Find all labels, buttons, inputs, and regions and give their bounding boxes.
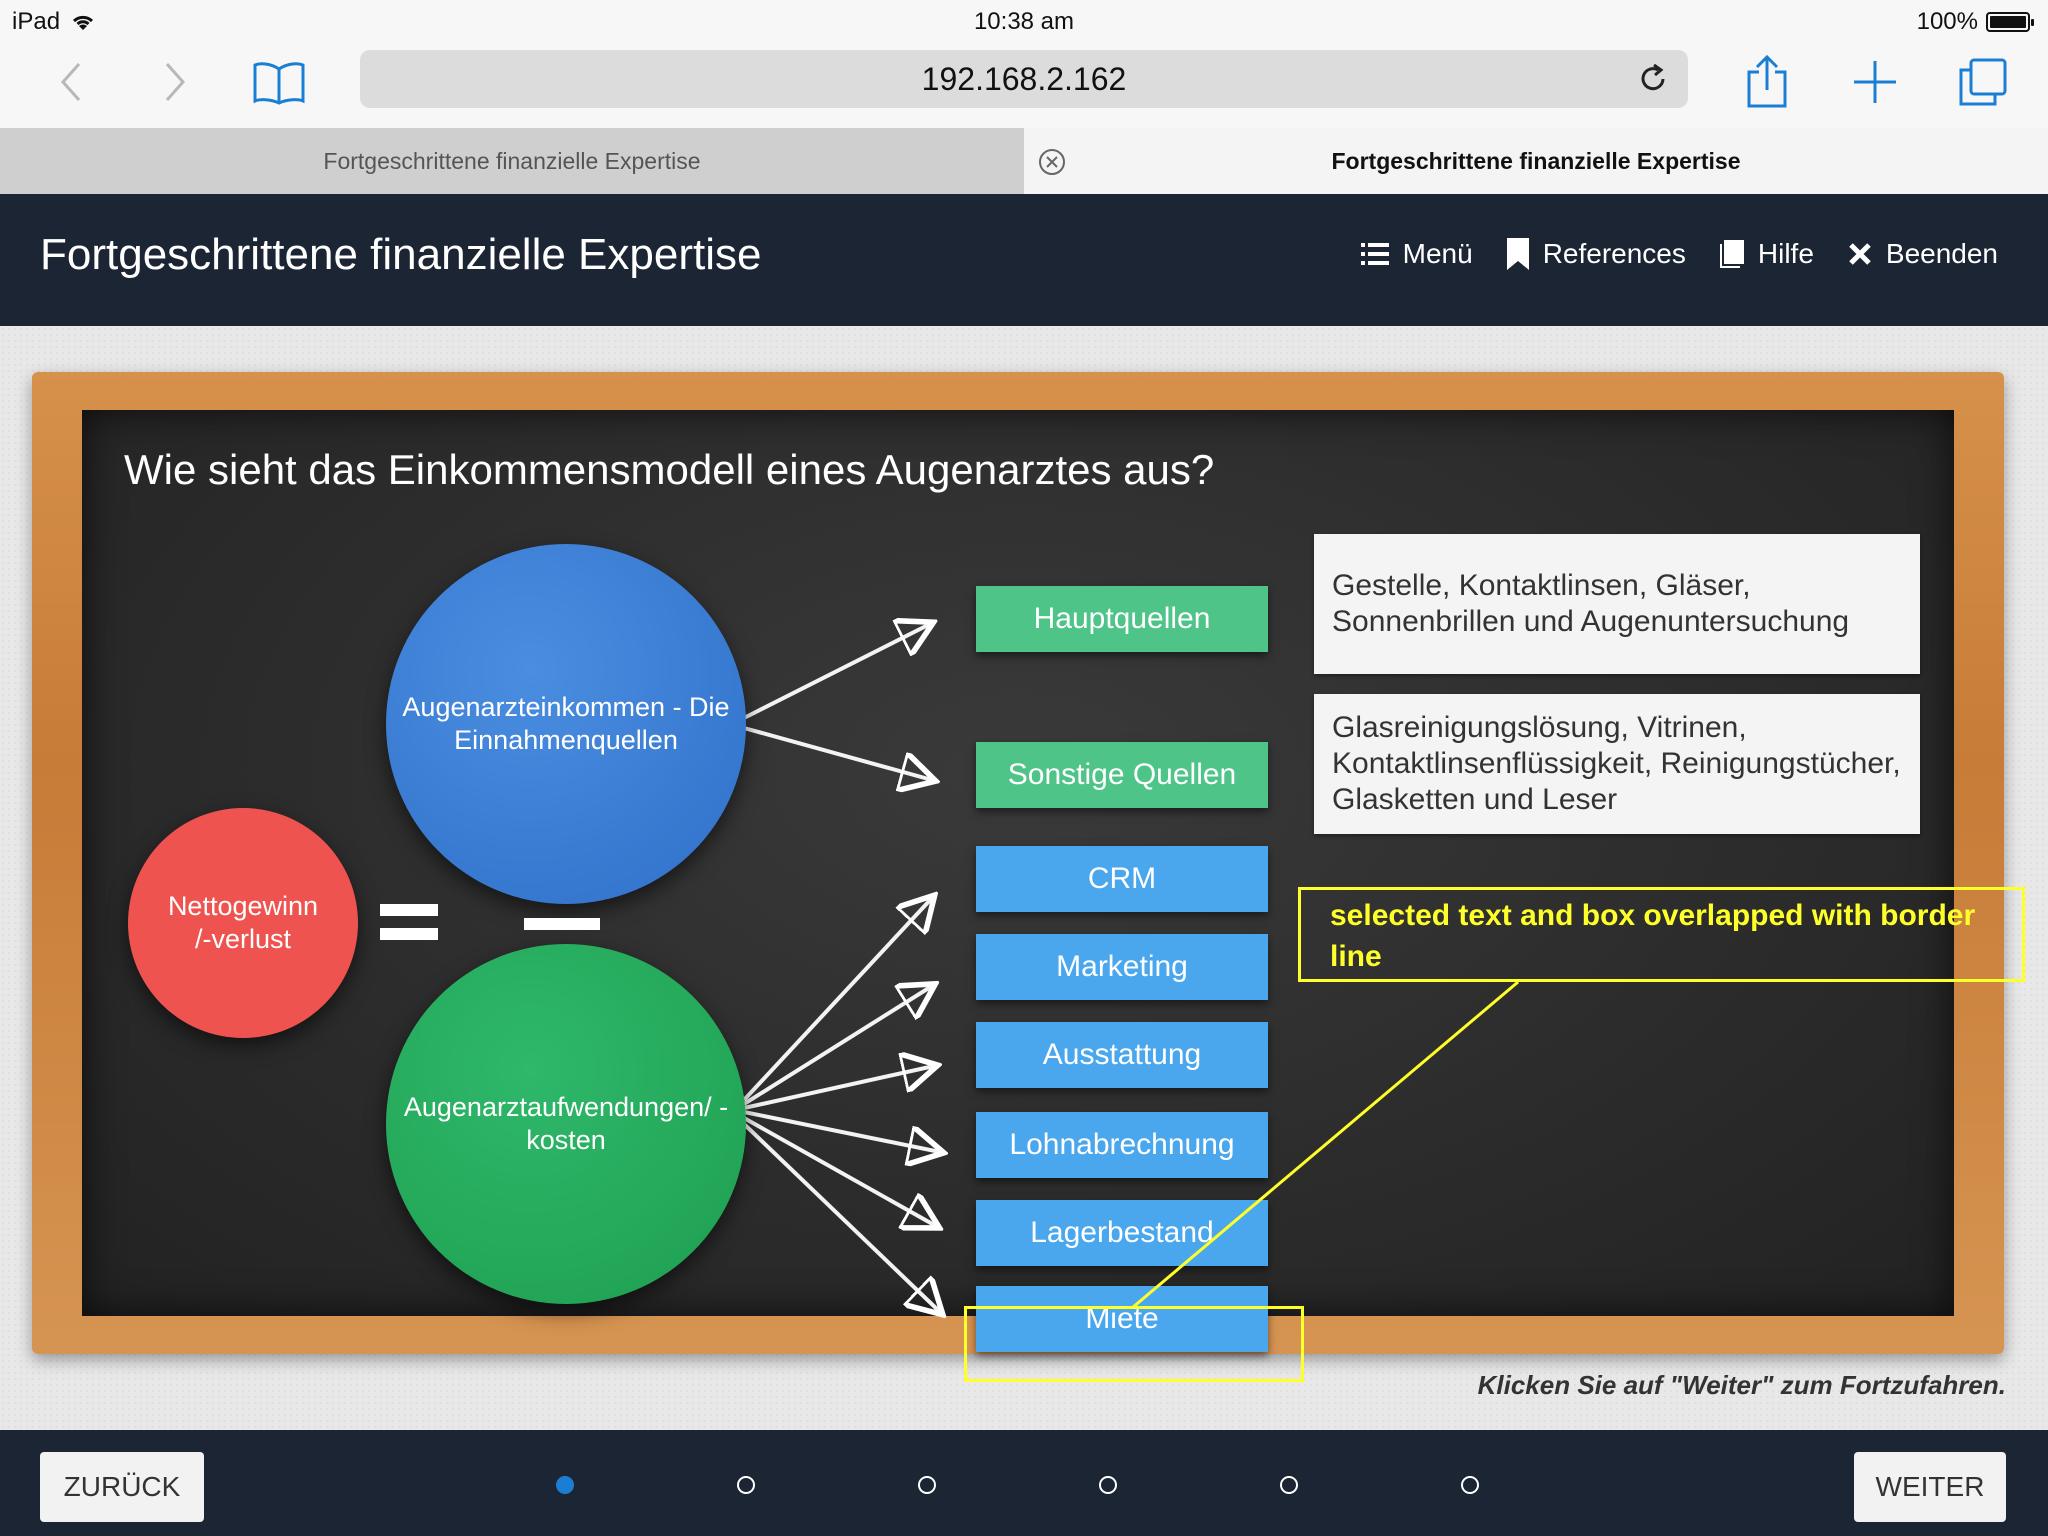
bookmark-icon (1506, 238, 1529, 270)
income-label: Augenarzteinkommen - Die Einnahmenquelle… (402, 692, 730, 755)
box-label: Ausstattung (1042, 1038, 1202, 1071)
page-dot[interactable] (918, 1476, 936, 1494)
annotation-highlight-box (964, 1306, 1304, 1382)
reload-icon[interactable] (1636, 62, 1670, 96)
menu-label: Menü (1402, 238, 1473, 269)
box-crm[interactable]: CRM (976, 846, 1268, 912)
references-label: References (1542, 238, 1686, 269)
next-button[interactable]: WEITER (1854, 1452, 2006, 1522)
new-tab-icon[interactable] (1840, 50, 1910, 114)
description-text: Gestelle, Kontaktlinsen, Gläser, Sonnenb… (1332, 569, 1850, 638)
status-bar: iPad 10:38 am 100% (0, 0, 2048, 42)
slide-question: Wie sieht das Einkommensmodell eines Aug… (124, 446, 1215, 493)
equals-sign-bottom (380, 928, 438, 940)
annotation-text: selected text and box overlapped with bo… (1330, 899, 1976, 973)
menu-button[interactable]: Menü (1360, 238, 1473, 270)
box-label: Marketing (1056, 950, 1188, 983)
tab-inactive[interactable]: Fortgeschrittene finanzielle Expertise (0, 128, 1024, 194)
address-bar[interactable]: 192.168.2.162 (360, 50, 1688, 108)
status-right: 100% (1916, 8, 2034, 36)
references-button[interactable]: References (1506, 238, 1686, 270)
book-icon (1719, 240, 1744, 268)
equals-sign-top (380, 904, 438, 916)
exit-button[interactable]: Beenden (1848, 238, 1998, 270)
description-hauptquellen: Gestelle, Kontaktlinsen, Gläser, Sonnenb… (1314, 534, 1920, 674)
income-circle: Augenarzteinkommen - Die Einnahmenquelle… (386, 544, 746, 904)
box-lohnabrechnung[interactable]: Lohnabrechnung (976, 1112, 1268, 1178)
page-dot[interactable] (737, 1476, 755, 1494)
close-icon (1849, 243, 1871, 265)
box-lagerbestand[interactable]: Lagerbestand (976, 1200, 1268, 1266)
app-title: Fortgeschrittene finanzielle Expertise (40, 230, 762, 279)
page-dot[interactable] (556, 1476, 574, 1494)
tabs-overview-icon[interactable] (1948, 50, 2018, 114)
box-label: Sonstige Quellen (1007, 758, 1237, 791)
tab-label: Fortgeschrittene finanzielle Expertise (323, 147, 701, 174)
share-icon[interactable] (1732, 50, 1802, 114)
box-ausstattung[interactable]: Ausstattung (976, 1022, 1268, 1088)
tab-label: Fortgeschrittene finanzielle Expertise (1331, 147, 1741, 174)
net-profit-circle: Nettogewinn /-verlust (128, 808, 358, 1038)
battery-icon (1986, 12, 2034, 32)
help-label: Hilfe (1757, 238, 1814, 269)
box-label: CRM (1087, 862, 1157, 895)
list-icon (1360, 243, 1389, 265)
app-header: Fortgeschrittene finanzielle Expertise M… (0, 194, 2048, 326)
net-profit-label: Nettogewinn /-verlust (167, 891, 319, 954)
browser-toolbar: 192.168.2.162 (0, 42, 2048, 128)
back-label: ZURÜCK (63, 1471, 181, 1502)
tab-active[interactable]: Fortgeschrittene finanzielle Expertise (1024, 128, 2048, 194)
costs-label: Augenarztaufwendungen/ -kosten (403, 1092, 729, 1155)
description-sonstige-quellen: Glasreinigungslösung, Vitrinen, Kontaktl… (1314, 694, 1920, 834)
back-button[interactable]: ZURÜCK (40, 1452, 204, 1522)
minus-sign (524, 918, 600, 930)
help-button[interactable]: Hilfe (1719, 238, 1814, 270)
page-dot[interactable] (1099, 1476, 1117, 1494)
url-text: 192.168.2.162 (921, 60, 1127, 97)
forward-arrow-icon[interactable] (140, 50, 210, 114)
close-tab-icon[interactable] (1038, 148, 1066, 176)
continue-hint: Klicken Sie auf "Weiter" zum Fortzufahre… (1477, 1370, 2006, 1400)
box-marketing[interactable]: Marketing (976, 934, 1268, 1000)
app-nav: Menü References Hilfe Beenden (1360, 238, 1998, 270)
exit-label: Beenden (1885, 238, 1998, 269)
box-sonstige-quellen[interactable]: Sonstige Quellen (976, 742, 1268, 808)
costs-circle: Augenarztaufwendungen/ -kosten (386, 944, 746, 1304)
page-dot[interactable] (1280, 1476, 1298, 1494)
status-time: 10:38 am (973, 8, 1075, 35)
bookmarks-icon[interactable] (244, 50, 314, 114)
box-label: Hauptquellen (1033, 602, 1211, 635)
page-dot[interactable] (1461, 1476, 1479, 1494)
box-hauptquellen[interactable]: Hauptquellen (976, 586, 1268, 652)
browser-tabs: Fortgeschrittene finanzielle Expertise F… (0, 128, 2048, 194)
next-label: WEITER (1875, 1471, 1985, 1502)
page-indicator (556, 1476, 1480, 1500)
battery-percent: 100% (1916, 8, 1978, 35)
box-label: Lohnabrechnung (1009, 1128, 1235, 1161)
description-text: Glasreinigungslösung, Vitrinen, Kontaktl… (1332, 711, 1901, 816)
box-label: Lagerbestand (1030, 1216, 1214, 1249)
back-arrow-icon[interactable] (36, 50, 106, 114)
